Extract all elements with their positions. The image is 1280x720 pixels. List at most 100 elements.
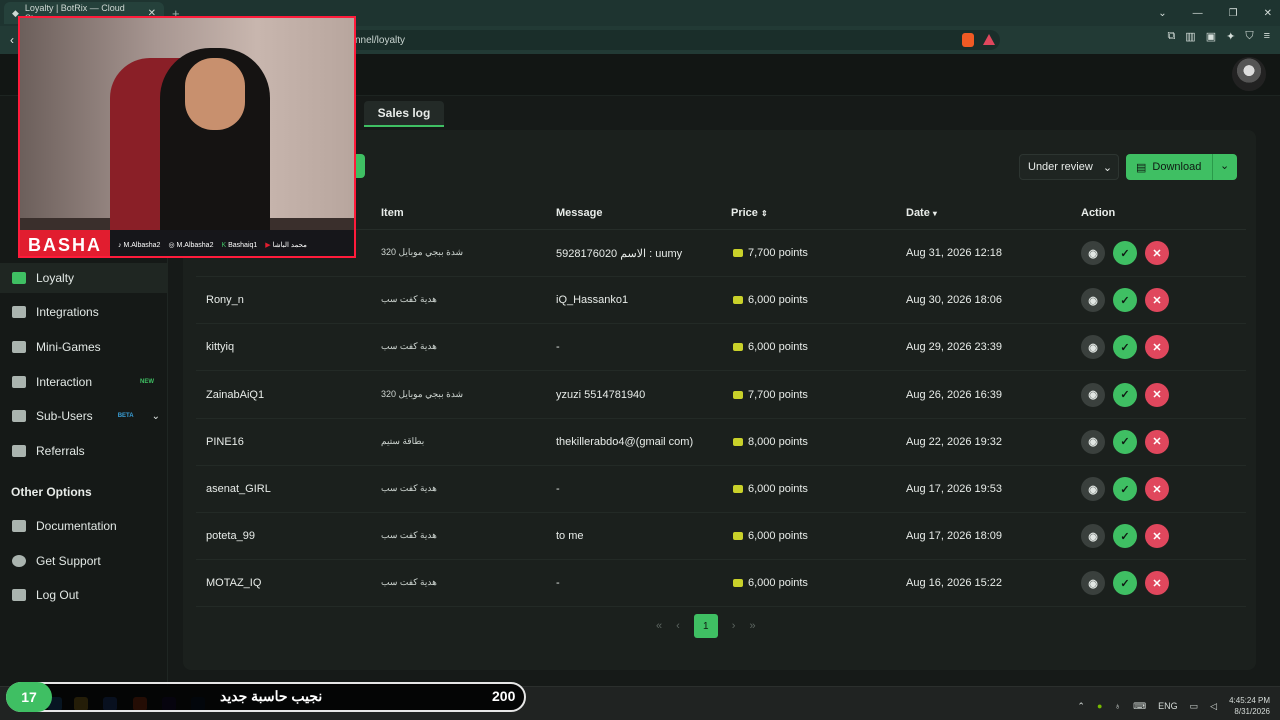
keyboard-icon[interactable]: ⌨: [1133, 701, 1146, 712]
table-row: poteta_99 هدية كفت سب to me 6,000 points Aug…: [196, 513, 1246, 561]
tiktok-icon: ♪: [118, 241, 122, 249]
leo-icon[interactable]: ✦: [1226, 30, 1235, 43]
webcam-social-bar: BASHA ♪ M.Albasha2 ◎ M.Albasha2 K Bashai…: [20, 230, 354, 256]
table-row: kittyiq هدية كفت سب - 6,000 points Aug 29, 2…: [196, 324, 1246, 372]
coins-icon: [733, 437, 743, 446]
cell-item: شدة ببجي موبايل 320: [381, 247, 464, 257]
table-row: PINE16 بطاقة ستيم thekillerabdo4@(gmail co…: [196, 419, 1246, 466]
sidebar-item-integrations[interactable]: Integrations: [0, 297, 168, 327]
table-row: asenat_GIRL هدية كفت سب - 6,000 points Aug 1…: [196, 466, 1246, 513]
view-eye-icon[interactable]: ◉: [1081, 335, 1105, 360]
chevron-down-icon[interactable]: ⌄: [1220, 159, 1229, 172]
table-row: Rony_n هدية كفت سب iQ_Hassanko1 6,000 point…: [196, 277, 1246, 325]
reject-x-icon[interactable]: ✕: [1145, 524, 1169, 549]
download-label: Download: [1152, 161, 1202, 173]
green-button-edge[interactable]: [355, 154, 365, 178]
coins-icon: [733, 485, 743, 494]
approve-check-icon[interactable]: ✓: [1113, 524, 1137, 549]
reject-x-icon[interactable]: ✕: [1145, 335, 1169, 360]
cell-user: PINE16: [206, 435, 244, 448]
address-bar[interactable]: nnel/loyalty: [300, 30, 1000, 50]
cell-user: MOTAZ_IQ: [206, 577, 262, 590]
cell-date: Aug 31, 2026 12:18: [906, 247, 1003, 259]
sidebar-item-interaction[interactable]: Interaction NEW: [0, 367, 168, 397]
header-message: Message: [556, 207, 603, 219]
cell-user: asenat_GIRL: [206, 483, 271, 495]
maximize-icon[interactable]: ❐: [1229, 8, 1238, 19]
youtube-icon: ▶: [265, 242, 271, 249]
approve-check-icon[interactable]: ✓: [1113, 335, 1137, 360]
status-filter-select[interactable]: Under review ⌄: [1019, 154, 1119, 180]
approve-check-icon[interactable]: ✓: [1113, 477, 1137, 501]
reject-x-icon[interactable]: ✕: [1145, 241, 1169, 265]
close-icon[interactable]: ✕: [1264, 8, 1272, 19]
sidebar-item-loyalty[interactable]: Loyalty: [0, 263, 168, 293]
menu-icon[interactable]: ≡: [1264, 30, 1270, 43]
instagram-icon: ◎: [168, 242, 175, 249]
sidebar-item-get-support[interactable]: Get Support: [0, 546, 168, 576]
header-price[interactable]: Price ⇕: [731, 207, 768, 219]
last-page-icon[interactable]: »: [749, 620, 755, 632]
view-eye-icon[interactable]: ◉: [1081, 382, 1105, 407]
cell-price: 6,000 points: [733, 294, 808, 306]
view-eye-icon[interactable]: ◉: [1081, 477, 1105, 501]
prev-page-icon[interactable]: ‹: [676, 620, 680, 632]
sidebar-item-documentation[interactable]: Documentation: [0, 511, 168, 541]
users-icon: [12, 410, 26, 422]
back-icon[interactable]: ‹: [10, 33, 14, 47]
first-page-icon[interactable]: «: [656, 620, 662, 632]
view-eye-icon[interactable]: ◉: [1081, 429, 1105, 454]
cell-user: ZainabAiQ1: [206, 388, 265, 401]
approve-check-icon[interactable]: ✓: [1113, 288, 1137, 313]
sidebar-item-sub-users[interactable]: Sub-Users BETA ⌄: [0, 401, 168, 431]
approve-check-icon[interactable]: ✓: [1113, 429, 1137, 454]
approve-check-icon[interactable]: ✓: [1113, 382, 1137, 407]
streamer-face: [185, 58, 245, 130]
avatar[interactable]: [1232, 57, 1266, 91]
approve-check-icon[interactable]: ✓: [1113, 241, 1137, 265]
minimize-icon[interactable]: —: [1193, 8, 1203, 19]
wallet-icon[interactable]: ▣: [1206, 30, 1216, 43]
view-eye-icon[interactable]: ◉: [1081, 571, 1105, 596]
sidebar-item-log-out[interactable]: Log Out: [0, 580, 168, 610]
page-current[interactable]: 1: [693, 614, 718, 638]
view-eye-icon[interactable]: ◉: [1081, 524, 1105, 549]
brave-rewards-icon[interactable]: [983, 34, 995, 45]
reject-x-icon[interactable]: ✕: [1145, 571, 1169, 596]
approve-check-icon[interactable]: ✓: [1113, 571, 1137, 596]
clock[interactable]: 4:45:24 PM 8/31/2026: [1229, 695, 1270, 717]
extensions-icon[interactable]: ⧉: [1167, 30, 1175, 43]
sidebar-toggle-icon[interactable]: ▥: [1185, 30, 1195, 43]
vpn-icon[interactable]: ⛉: [1245, 30, 1253, 43]
display-icon[interactable]: ▭: [1190, 701, 1199, 712]
chevron-down-icon[interactable]: ⌄: [152, 411, 160, 422]
view-eye-icon[interactable]: ◉: [1081, 241, 1105, 265]
language-indicator[interactable]: ENG: [1158, 701, 1178, 711]
tiktok-handle: ♪ M.Albasha2: [118, 241, 161, 249]
header-date[interactable]: Date ▾: [906, 207, 937, 219]
sidebar-item-mini-games[interactable]: Mini-Games: [0, 332, 168, 362]
nvidia-icon[interactable]: ●: [1097, 701, 1102, 711]
coins-icon: [733, 390, 743, 399]
microphone-icon[interactable]: ♁: [1114, 701, 1121, 711]
chevron-down-icon[interactable]: ⌄: [1158, 8, 1166, 19]
cell-message: thekillerabdo4@(gmail com): [556, 435, 694, 448]
new-badge: NEW: [140, 379, 154, 385]
brave-shield-icon[interactable]: [962, 33, 974, 47]
reject-x-icon[interactable]: ✕: [1145, 477, 1169, 501]
next-page-icon[interactable]: ›: [732, 620, 736, 632]
tab-sales-log[interactable]: Sales log: [364, 101, 444, 127]
reject-x-icon[interactable]: ✕: [1145, 288, 1169, 313]
view-eye-icon[interactable]: ◉: [1081, 288, 1105, 313]
sidebar-item-label: Sub-Users: [36, 409, 93, 423]
download-button[interactable]: ▤ Download ⌄: [1126, 154, 1237, 180]
reject-x-icon[interactable]: ✕: [1145, 382, 1169, 407]
reject-x-icon[interactable]: ✕: [1145, 429, 1169, 454]
volume-icon[interactable]: ◁: [1210, 701, 1217, 712]
overlay-score: 200: [492, 688, 516, 704]
chevron-up-icon[interactable]: ⌃: [1077, 701, 1085, 712]
beta-badge: BETA: [117, 413, 134, 419]
sidebar-item-referrals[interactable]: Referrals: [0, 436, 168, 466]
gamepad-icon: [12, 341, 26, 353]
document-icon: [12, 520, 26, 532]
